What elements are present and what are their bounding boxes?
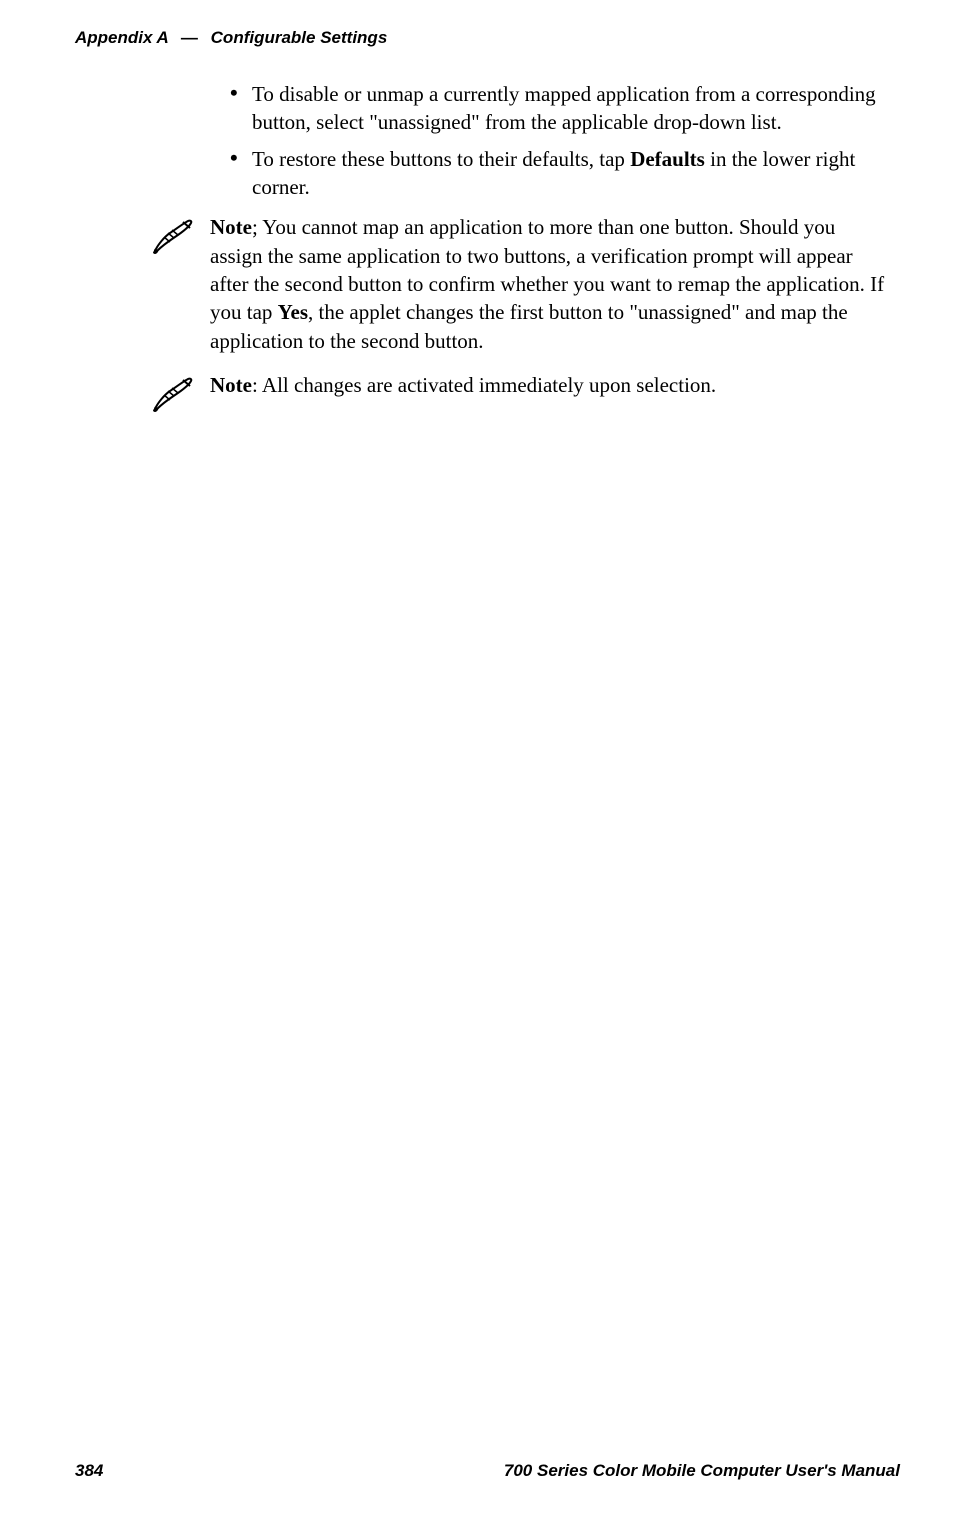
bullet-text: To restore these buttons to their defaul…: [252, 145, 890, 202]
bullet-item: • To disable or unmap a currently mapped…: [230, 80, 890, 137]
note-block: Note: All changes are activated immediat…: [150, 371, 890, 418]
manual-title: 700 Series Color Mobile Computer User's …: [504, 1461, 900, 1481]
bold-defaults: Defaults: [630, 147, 705, 171]
note-block: Note; You cannot map an application to m…: [150, 213, 890, 355]
note-body: Note: All changes are activated immediat…: [210, 371, 890, 418]
note-label: Note: [210, 215, 252, 239]
page-number: 384: [75, 1461, 103, 1481]
bullet-item: • To restore these buttons to their defa…: [230, 145, 890, 202]
header-appendix: Appendix A: [75, 28, 168, 47]
page-content: • To disable or unmap a currently mapped…: [150, 80, 890, 434]
running-footer: 384 700 Series Color Mobile Computer Use…: [75, 1461, 900, 1481]
note-label: Note: [210, 373, 252, 397]
header-title: Configurable Settings: [211, 28, 388, 47]
note-icon: [150, 213, 210, 355]
bullet-text: To disable or unmap a currently mapped a…: [252, 80, 890, 137]
running-header: Appendix A — Configurable Settings: [75, 28, 900, 48]
note-body: Note; You cannot map an application to m…: [210, 213, 890, 355]
note-icon: [150, 371, 210, 418]
bold-yes: Yes: [278, 300, 308, 324]
bullet-marker: •: [230, 80, 252, 137]
bullet-marker: •: [230, 145, 252, 202]
header-separator: —: [181, 28, 198, 47]
bullet-list: • To disable or unmap a currently mapped…: [230, 80, 890, 201]
